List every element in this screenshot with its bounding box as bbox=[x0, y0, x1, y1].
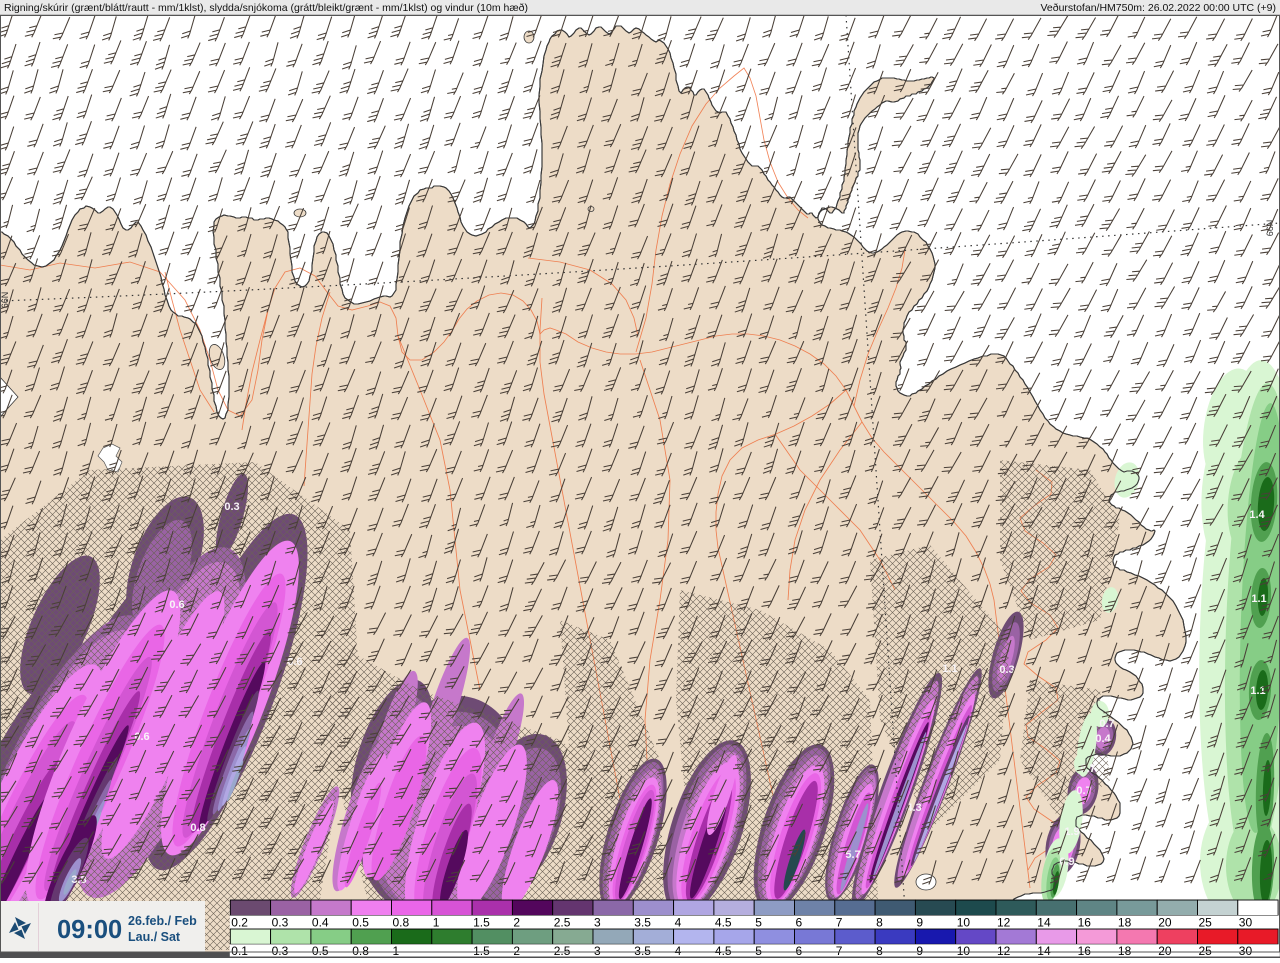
svg-text:0.7: 0.7 bbox=[1080, 763, 1095, 775]
svg-text:1.4: 1.4 bbox=[1249, 509, 1265, 521]
svg-text:4: 4 bbox=[675, 944, 682, 958]
svg-text:14: 14 bbox=[1037, 944, 1051, 958]
svg-text:0.8: 0.8 bbox=[190, 822, 205, 834]
svg-text:1.1: 1.1 bbox=[942, 663, 957, 675]
svg-text:3.5: 3.5 bbox=[634, 944, 651, 958]
svg-text:2.5: 2.5 bbox=[554, 916, 571, 930]
svg-text:1: 1 bbox=[393, 944, 400, 958]
svg-text:0.4: 0.4 bbox=[1095, 733, 1111, 745]
svg-text:8: 8 bbox=[876, 944, 883, 958]
svg-text:2.5: 2.5 bbox=[554, 944, 571, 958]
svg-text:3: 3 bbox=[594, 916, 601, 930]
svg-text:18: 18 bbox=[1118, 916, 1132, 930]
svg-text:7: 7 bbox=[836, 916, 843, 930]
svg-text:0.1: 0.1 bbox=[231, 944, 248, 958]
svg-text:09:00: 09:00 bbox=[57, 916, 122, 944]
svg-text:12: 12 bbox=[997, 944, 1011, 958]
svg-text:9: 9 bbox=[916, 944, 923, 958]
svg-text:4.5: 4.5 bbox=[715, 916, 732, 930]
svg-text:0.9: 0.9 bbox=[1059, 856, 1074, 868]
svg-text:0.3: 0.3 bbox=[224, 501, 239, 513]
svg-text:10: 10 bbox=[957, 916, 971, 930]
svg-text:Lau./ Sat: Lau./ Sat bbox=[128, 930, 181, 944]
svg-text:6: 6 bbox=[796, 944, 803, 958]
svg-text:16: 16 bbox=[1078, 916, 1092, 930]
svg-text:0.4: 0.4 bbox=[312, 916, 329, 930]
svg-text:0.8: 0.8 bbox=[393, 916, 410, 930]
svg-text:30: 30 bbox=[1239, 944, 1253, 958]
svg-text:2: 2 bbox=[513, 944, 520, 958]
svg-text:4.3: 4.3 bbox=[906, 802, 921, 814]
svg-text:4.5: 4.5 bbox=[715, 944, 732, 958]
svg-text:0.7: 0.7 bbox=[1099, 718, 1114, 730]
svg-text:0.3: 0.3 bbox=[272, 944, 289, 958]
svg-text:18: 18 bbox=[1118, 944, 1132, 958]
svg-text:9: 9 bbox=[916, 916, 923, 930]
svg-text:0.5: 0.5 bbox=[352, 916, 369, 930]
svg-text:1.5: 1.5 bbox=[473, 944, 490, 958]
svg-text:16: 16 bbox=[1078, 944, 1092, 958]
svg-text:0.6: 0.6 bbox=[169, 599, 184, 611]
svg-text:0.3: 0.3 bbox=[272, 916, 289, 930]
svg-text:10: 10 bbox=[957, 944, 971, 958]
svg-text:3: 3 bbox=[594, 944, 601, 958]
svg-text:14: 14 bbox=[1037, 916, 1051, 930]
svg-text:5.7: 5.7 bbox=[845, 849, 860, 861]
svg-text:20: 20 bbox=[1158, 944, 1172, 958]
svg-text:5: 5 bbox=[755, 916, 762, 930]
svg-text:0.2: 0.2 bbox=[231, 916, 248, 930]
svg-text:1.5: 1.5 bbox=[473, 916, 490, 930]
svg-text:25: 25 bbox=[1199, 944, 1213, 958]
svg-text:0.8: 0.8 bbox=[352, 944, 369, 958]
svg-text:8: 8 bbox=[876, 916, 883, 930]
svg-text:1.1: 1.1 bbox=[1251, 593, 1266, 605]
svg-text:3.5: 3.5 bbox=[634, 916, 651, 930]
svg-text:25: 25 bbox=[1199, 916, 1213, 930]
svg-text:30: 30 bbox=[1239, 916, 1253, 930]
svg-text:0.6: 0.6 bbox=[134, 731, 149, 743]
svg-text:26.feb./ Feb: 26.feb./ Feb bbox=[128, 914, 197, 928]
svg-text:2: 2 bbox=[513, 916, 520, 930]
svg-text:1: 1 bbox=[433, 916, 440, 930]
svg-text:5: 5 bbox=[755, 944, 762, 958]
svg-text:4: 4 bbox=[675, 916, 682, 930]
svg-text:20: 20 bbox=[1158, 916, 1172, 930]
svg-text:7: 7 bbox=[836, 944, 843, 958]
svg-text:6: 6 bbox=[796, 916, 803, 930]
svg-text:12: 12 bbox=[997, 916, 1011, 930]
svg-text:0.5: 0.5 bbox=[312, 944, 329, 958]
svg-text:Veðurstofan/HM750m: 26.02.2022: Veðurstofan/HM750m: 26.02.2022 00:00 UTC… bbox=[1040, 2, 1276, 14]
svg-text:Rigning/skúrir (grænt/blátt/ra: Rigning/skúrir (grænt/blátt/rautt - mm/1… bbox=[4, 2, 528, 14]
